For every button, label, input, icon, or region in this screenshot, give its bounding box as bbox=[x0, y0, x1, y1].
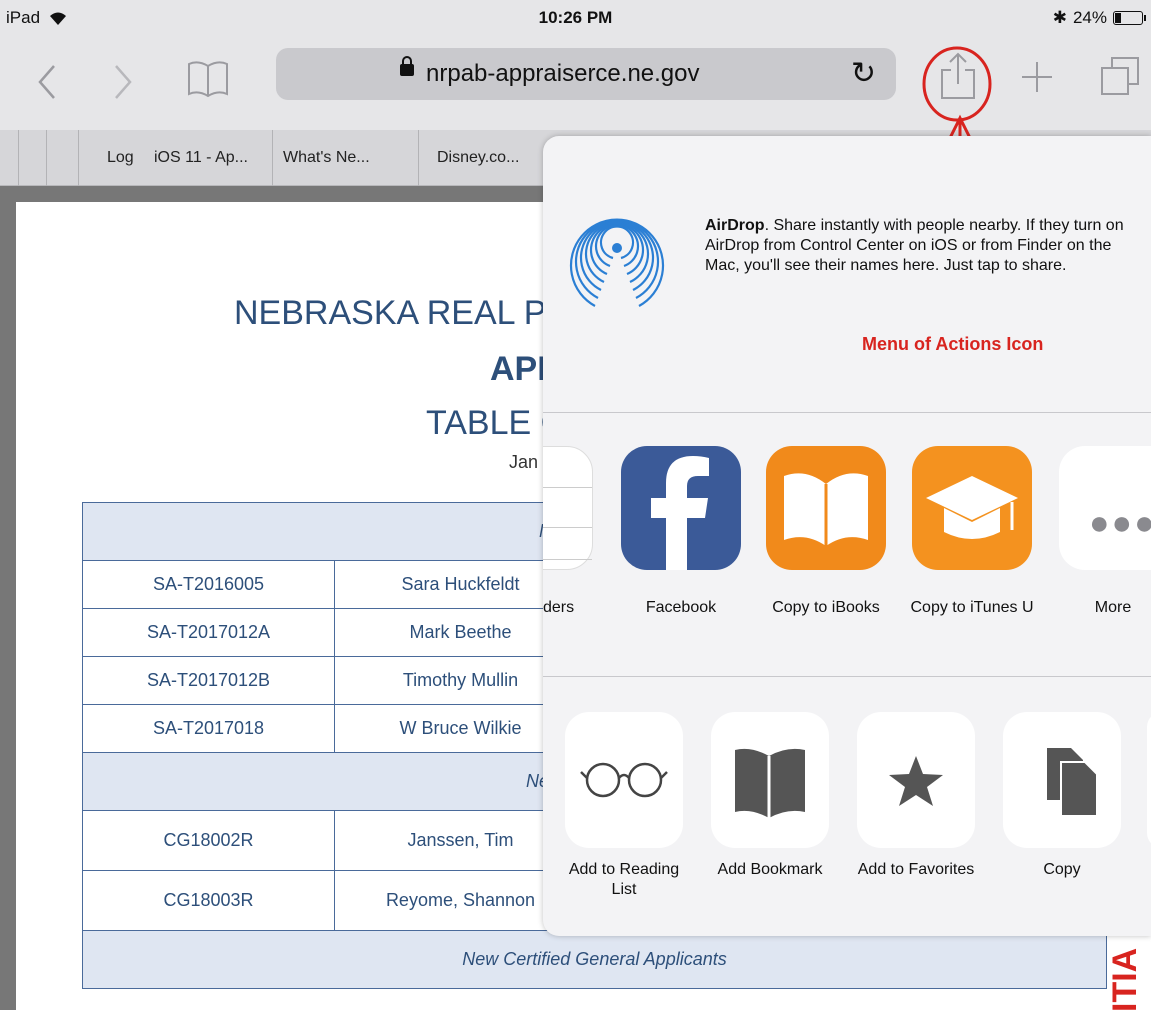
sheet-divider bbox=[543, 676, 1151, 677]
reading-list-label: Add to Reading List bbox=[568, 861, 680, 898]
favorites-item[interactable] bbox=[18, 130, 46, 186]
glasses-icon[interactable] bbox=[565, 712, 683, 848]
reload-icon[interactable]: ↻ bbox=[851, 56, 876, 91]
battery-icon bbox=[1113, 11, 1146, 25]
more-label: More bbox=[1094, 599, 1132, 616]
next-action[interactable] bbox=[1147, 712, 1151, 848]
license-id: SA-T2017012A bbox=[82, 608, 335, 657]
share-sheet: AirDrop. Share instantly with people nea… bbox=[543, 136, 1151, 936]
facebook-label: Facebook bbox=[645, 599, 717, 616]
favorites-item[interactable]: What's Ne... bbox=[272, 130, 418, 186]
more-icon[interactable]: ●●● bbox=[1059, 446, 1151, 570]
add-favorites-label: Add to Favorites bbox=[857, 861, 975, 878]
ibooks-icon[interactable] bbox=[766, 446, 886, 570]
facebook-icon[interactable] bbox=[621, 446, 741, 570]
license-id: SA-T2017018 bbox=[82, 704, 335, 753]
copy-label: Copy bbox=[1043, 861, 1081, 878]
bluetooth-icon: ✱ bbox=[1052, 8, 1067, 27]
lock-icon bbox=[400, 56, 414, 76]
airdrop-title: AirDrop bbox=[705, 217, 765, 234]
favorites-item[interactable]: iOS 11 - Ap... bbox=[144, 130, 272, 186]
star-icon[interactable] bbox=[857, 712, 975, 848]
license-id: SA-T2016005 bbox=[82, 560, 335, 609]
license-id: SA-T2017012B bbox=[82, 656, 335, 705]
book-icon[interactable] bbox=[186, 58, 230, 105]
add-bookmark-label: Add Bookmark bbox=[717, 861, 823, 878]
tabs-icon[interactable] bbox=[1100, 56, 1140, 103]
ibooks-label: Copy to iBooks bbox=[772, 599, 880, 616]
itunes-u-label: Copy to iTunes U bbox=[910, 599, 1034, 616]
sheet-divider bbox=[543, 412, 1151, 413]
favorites-item[interactable] bbox=[46, 130, 78, 186]
plus-icon[interactable] bbox=[1020, 60, 1054, 101]
annotation-label: Menu of Actions Icon bbox=[862, 334, 1044, 354]
battery-percent: 24% bbox=[1072, 8, 1107, 27]
favorites-item[interactable]: Log bbox=[78, 130, 144, 186]
table-section-row: New Certified General Applicants bbox=[82, 930, 1107, 989]
status-time: 10:26 PM bbox=[538, 8, 613, 27]
reminders-label: ders bbox=[543, 599, 575, 616]
reminders-app[interactable] bbox=[543, 446, 593, 570]
ipad-screen: iPad 10:26 PM ✱ 24% nrpab-appraiserce.ne… bbox=[0, 0, 1151, 1010]
airdrop-icon[interactable] bbox=[567, 196, 667, 318]
airdrop-description: AirDrop. Share instantly with people nea… bbox=[705, 216, 1135, 276]
chevron-left-icon[interactable] bbox=[36, 64, 58, 107]
license-id: CG18003R bbox=[82, 870, 335, 931]
doc-title: NEBRASKA REAL PRC bbox=[234, 294, 596, 332]
address-bar[interactable]: nrpab-appraiserce.ne.gov ↻ bbox=[276, 48, 896, 100]
doc-date: Jan bbox=[509, 452, 539, 472]
section-title: New Certified General Applicants bbox=[82, 930, 1107, 989]
status-right: ✱ 24% bbox=[1052, 8, 1146, 28]
airdrop-body: . Share instantly with people nearby. If… bbox=[705, 217, 1124, 274]
url-text: nrpab-appraiserce.ne.gov bbox=[426, 60, 700, 87]
book-icon[interactable] bbox=[711, 712, 829, 848]
license-id: CG18002R bbox=[82, 810, 335, 871]
copy-icon[interactable] bbox=[1003, 712, 1121, 848]
itunes-u-icon[interactable] bbox=[912, 446, 1032, 570]
chevron-right-icon[interactable] bbox=[112, 64, 134, 107]
status-bar: iPad 10:26 PM ✱ 24% bbox=[0, 0, 1151, 36]
